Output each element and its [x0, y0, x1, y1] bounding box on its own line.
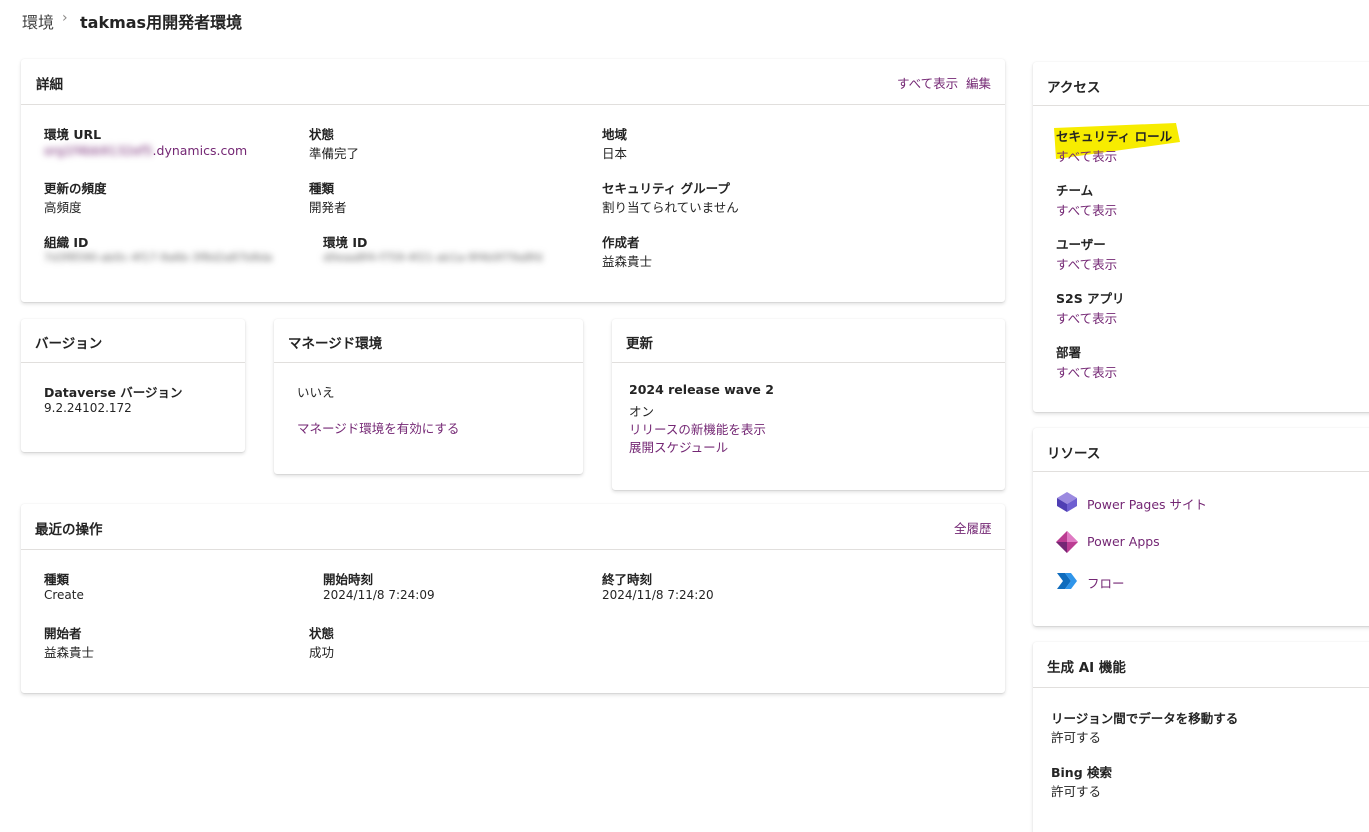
dataverse-version-value: 9.2.24102.172 [44, 401, 132, 415]
access-item-teams: チーム すべて表示 [1056, 180, 1117, 219]
power-automate-icon [1057, 573, 1077, 589]
managed-environment-title: マネージド環境 [288, 336, 383, 352]
version-title: バージョン [35, 336, 103, 352]
power-pages-icon [1057, 492, 1077, 512]
operation-state-value: 成功 [309, 645, 335, 660]
power-apps-link[interactable]: Power Apps [1087, 534, 1160, 549]
move-data-across-regions-value: 許可する [1051, 730, 1102, 745]
org-id-value: 7d3f8590-ab0c-4f17-9a6b-3f8d2a87b8da [44, 251, 273, 264]
region-label: 地域 [602, 127, 628, 142]
details-card-header: 詳細 すべて表示 編集 [21, 59, 1005, 105]
env-url-value[interactable]: org1f4bb9132ef5.dynamics.com [44, 143, 247, 158]
org-id-label: 組織 ID [44, 235, 89, 250]
creator-value: 益森貴士 [602, 254, 653, 269]
update-frequency-value: 高頻度 [44, 200, 82, 215]
details-show-all-link[interactable]: すべて表示 [897, 73, 958, 92]
bing-search-value: 許可する [1051, 784, 1102, 799]
region-value: 日本 [602, 146, 628, 161]
env-id-value: d0eaa8f4-f759-4f21-ab1a-9f4b0f79a8fd [323, 251, 543, 264]
recent-operations-header: 最近の操作 全履歴 [21, 504, 1005, 550]
env-url-domain[interactable]: .dynamics.com [153, 143, 248, 158]
version-card-header: バージョン [21, 319, 245, 363]
access-item-s2s-apps: S2S アプリ すべて表示 [1056, 288, 1125, 327]
operation-type-label: 種類 [44, 572, 70, 587]
initiator-value: 益森貴士 [44, 645, 95, 660]
end-time-label: 終了時刻 [602, 572, 653, 587]
genai-card: 生成 AI 機能 リージョン間でデータを移動する 許可する Bing 検索 許可… [1033, 642, 1369, 832]
dataverse-version-label: Dataverse バージョン [44, 385, 183, 400]
power-pages-link[interactable]: Power Pages サイト [1087, 494, 1207, 513]
s2s-apps-show-all-link[interactable]: すべて表示 [1056, 308, 1125, 327]
details-edit-link[interactable]: 編集 [966, 73, 991, 92]
details-card: 詳細 すべて表示 編集 環境 URL org1f4bb9132ef5.dynam… [21, 59, 1005, 302]
full-history-link[interactable]: 全履歴 [954, 518, 992, 537]
recent-operations-card: 最近の操作 全履歴 種類 Create 開始時刻 2024/11/8 7:24:… [21, 504, 1005, 693]
initiator-label: 開始者 [44, 626, 82, 641]
resources-card-header: リソース [1033, 428, 1369, 472]
enable-managed-environment-link[interactable]: マネージド環境を有効にする [297, 418, 459, 437]
security-roles-label: セキュリティ ロール [1056, 129, 1173, 144]
type-value: 開発者 [309, 200, 347, 215]
details-title: 詳細 [36, 77, 63, 93]
updates-title: 更新 [626, 336, 653, 352]
access-title: アクセス [1047, 80, 1101, 96]
end-time-value: 2024/11/8 7:24:20 [602, 588, 714, 602]
start-time-value: 2024/11/8 7:24:09 [323, 588, 435, 602]
teams-label: チーム [1056, 183, 1094, 198]
breadcrumb-separator-icon: › [62, 10, 68, 26]
access-item-business-units: 部署 すべて表示 [1056, 342, 1117, 381]
managed-environment-card: マネージド環境 いいえ マネージド環境を有効にする [274, 319, 583, 474]
release-wave-value: オン [629, 404, 655, 419]
resources-card: リソース Power Pages サイト Power Apps フロー [1033, 428, 1369, 626]
s2s-apps-label: S2S アプリ [1056, 291, 1125, 306]
access-item-users: ユーザー すべて表示 [1056, 234, 1117, 273]
security-group-value: 割り当てられていません [602, 200, 739, 215]
release-new-features-link[interactable]: リリースの新機能を表示 [629, 419, 766, 438]
move-data-across-regions-label: リージョン間でデータを移動する [1051, 711, 1239, 726]
power-apps-icon [1056, 531, 1078, 553]
access-card-header: アクセス [1033, 62, 1369, 106]
deployment-schedule-link[interactable]: 展開スケジュール [629, 437, 728, 456]
release-wave-label: 2024 release wave 2 [629, 382, 774, 397]
recent-operations-title: 最近の操作 [35, 522, 103, 538]
operation-type-value: Create [44, 588, 84, 602]
creator-label: 作成者 [602, 235, 640, 250]
business-units-label: 部署 [1056, 345, 1082, 360]
version-card: バージョン Dataverse バージョン 9.2.24102.172 [21, 319, 245, 452]
security-group-label: セキュリティ グループ [602, 181, 730, 196]
updates-card: 更新 2024 release wave 2 オン リリースの新機能を表示 展開… [612, 319, 1005, 490]
env-id-label: 環境 ID [323, 235, 368, 250]
resources-title: リソース [1047, 446, 1101, 462]
state-value: 準備完了 [309, 146, 360, 161]
security-roles-show-all-link[interactable]: すべて表示 [1056, 146, 1172, 165]
flows-link[interactable]: フロー [1087, 573, 1125, 592]
operation-state-label: 状態 [309, 626, 335, 641]
access-item-security-roles: セキュリティ ロール すべて表示 [1056, 126, 1172, 165]
env-url-redacted-prefix: org1f4bb9132ef5 [44, 143, 153, 158]
bing-search-label: Bing 検索 [1051, 765, 1113, 780]
business-units-show-all-link[interactable]: すべて表示 [1056, 362, 1117, 381]
type-label: 種類 [309, 181, 335, 196]
state-label: 状態 [309, 127, 335, 142]
users-show-all-link[interactable]: すべて表示 [1056, 254, 1117, 273]
start-time-label: 開始時刻 [323, 572, 374, 587]
managed-environment-value: いいえ [297, 385, 335, 400]
access-card: アクセス セキュリティ ロール すべて表示 チーム すべて表示 ユーザー すべて… [1033, 62, 1369, 412]
updates-card-header: 更新 [612, 319, 1005, 363]
env-url-label: 環境 URL [44, 127, 102, 142]
update-frequency-label: 更新の頻度 [44, 181, 107, 196]
teams-show-all-link[interactable]: すべて表示 [1056, 200, 1117, 219]
managed-environment-card-header: マネージド環境 [274, 319, 583, 363]
users-label: ユーザー [1056, 237, 1106, 252]
breadcrumb-parent[interactable]: 環境 [22, 9, 54, 33]
genai-title: 生成 AI 機能 [1047, 660, 1126, 676]
genai-card-header: 生成 AI 機能 [1033, 642, 1369, 688]
breadcrumb-current: takmas用開発者環境 [80, 13, 243, 32]
